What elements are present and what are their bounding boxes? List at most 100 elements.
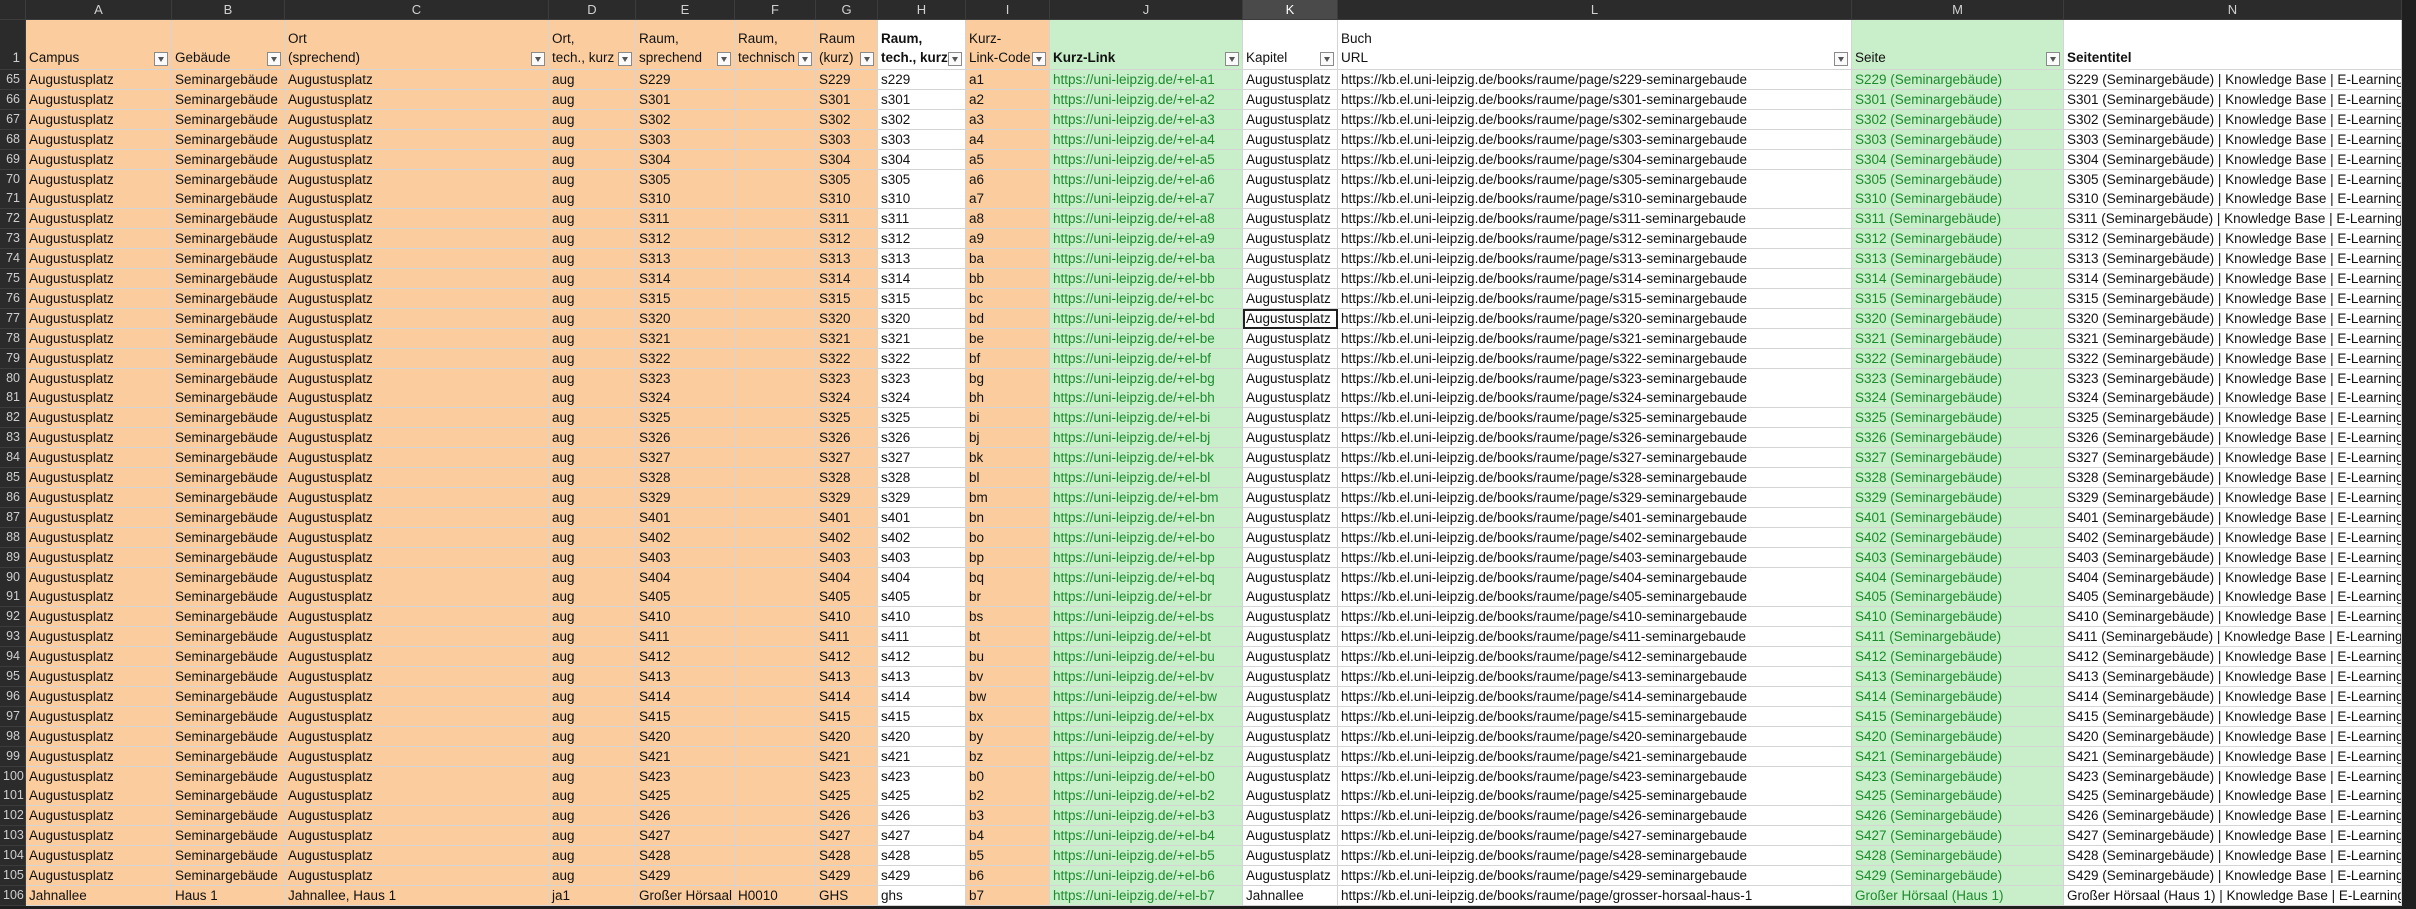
table-cell[interactable]: S324 — [636, 388, 735, 408]
table-cell[interactable]: Augustusplatz — [26, 289, 172, 309]
table-cell[interactable]: s305 — [878, 170, 966, 190]
table-cell[interactable]: aug — [549, 448, 636, 468]
table-cell[interactable]: Seminargebäude — [172, 150, 285, 170]
table-cell[interactable]: S310 — [636, 189, 735, 209]
table-cell[interactable]: S324 (Seminargebäude) — [1852, 388, 2064, 408]
table-cell[interactable]: Augustusplatz — [26, 70, 172, 90]
table-cell[interactable] — [735, 70, 816, 90]
table-cell[interactable]: S312 (Seminargebäude) | Knowledge Base |… — [2064, 229, 2402, 249]
table-cell[interactable]: Augustusplatz — [285, 209, 549, 229]
short-link-cell[interactable]: https://uni-leipzig.de/+el-bm — [1050, 488, 1243, 508]
row-number[interactable]: 89 — [0, 548, 26, 568]
column-header-a[interactable]: A — [26, 0, 172, 20]
table-cell[interactable]: Augustusplatz — [1243, 687, 1338, 707]
book-url-cell[interactable]: https://kb.el.uni-leipzig.de/books/raume… — [1338, 568, 1852, 588]
table-cell[interactable]: Augustusplatz — [285, 369, 549, 389]
table-cell[interactable]: S405 (Seminargebäude) — [1852, 587, 2064, 607]
table-cell[interactable]: aug — [549, 548, 636, 568]
book-url-cell[interactable]: https://kb.el.uni-leipzig.de/books/raume… — [1338, 727, 1852, 747]
table-cell[interactable]: S323 (Seminargebäude) | Knowledge Base |… — [2064, 369, 2402, 389]
row-number[interactable]: 1 — [0, 20, 26, 70]
table-cell[interactable]: S415 — [636, 707, 735, 727]
table-cell[interactable]: S327 (Seminargebäude) — [1852, 448, 2064, 468]
book-url-cell[interactable]: https://kb.el.uni-leipzig.de/books/raume… — [1338, 428, 1852, 448]
table-cell[interactable]: Augustusplatz — [285, 587, 549, 607]
table-cell[interactable]: br — [966, 587, 1050, 607]
table-cell[interactable]: Augustusplatz — [285, 70, 549, 90]
row-number[interactable]: 71 — [0, 189, 26, 209]
book-url-cell[interactable]: https://kb.el.uni-leipzig.de/books/raume… — [1338, 189, 1852, 209]
table-cell[interactable]: Augustusplatz — [1243, 508, 1338, 528]
table-cell[interactable]: Augustusplatz — [26, 826, 172, 846]
table-cell[interactable]: S414 — [636, 687, 735, 707]
table-cell[interactable]: S304 — [816, 150, 878, 170]
table-cell[interactable]: Augustusplatz — [26, 627, 172, 647]
row-number[interactable]: 78 — [0, 329, 26, 349]
table-cell[interactable]: Seminargebäude — [172, 110, 285, 130]
table-cell[interactable]: s429 — [878, 866, 966, 886]
table-cell[interactable]: s324 — [878, 388, 966, 408]
table-cell[interactable]: S427 (Seminargebäude) | Knowledge Base |… — [2064, 826, 2402, 846]
table-cell[interactable]: Seminargebäude — [172, 189, 285, 209]
row-number[interactable]: 66 — [0, 90, 26, 110]
short-link-cell[interactable]: https://uni-leipzig.de/+el-br — [1050, 587, 1243, 607]
short-link-cell[interactable]: https://uni-leipzig.de/+el-a6 — [1050, 170, 1243, 190]
table-cell[interactable]: S322 — [636, 349, 735, 369]
table-cell[interactable]: aug — [549, 150, 636, 170]
table-cell[interactable]: Augustusplatz — [285, 607, 549, 627]
table-cell[interactable]: s405 — [878, 587, 966, 607]
row-number[interactable]: 84 — [0, 448, 26, 468]
table-cell[interactable]: S414 — [816, 687, 878, 707]
column-header-n[interactable]: N — [2064, 0, 2402, 20]
table-cell[interactable]: S323 — [816, 369, 878, 389]
table-cell[interactable]: Seminargebäude — [172, 309, 285, 329]
table-cell[interactable]: Seminargebäude — [172, 90, 285, 110]
table-cell[interactable] — [735, 647, 816, 667]
table-cell[interactable]: aug — [549, 349, 636, 369]
table-cell[interactable]: S411 — [636, 627, 735, 647]
table-cell[interactable]: s321 — [878, 329, 966, 349]
table-cell[interactable]: Augustusplatz — [1243, 150, 1338, 170]
row-number[interactable]: 95 — [0, 667, 26, 687]
book-url-cell[interactable]: https://kb.el.uni-leipzig.de/books/raume… — [1338, 786, 1852, 806]
filter-dropdown-icon[interactable] — [1032, 52, 1046, 66]
table-cell[interactable]: Augustusplatz — [1243, 448, 1338, 468]
row-number[interactable]: 65 — [0, 70, 26, 90]
table-cell[interactable]: Augustusplatz — [285, 408, 549, 428]
row-number[interactable]: 93 — [0, 627, 26, 647]
table-cell[interactable]: S322 (Seminargebäude) — [1852, 349, 2064, 369]
table-cell[interactable] — [735, 786, 816, 806]
table-cell[interactable]: S413 (Seminargebäude) | Knowledge Base |… — [2064, 667, 2402, 687]
table-cell[interactable]: S303 (Seminargebäude) — [1852, 130, 2064, 150]
table-cell[interactable]: S314 — [816, 269, 878, 289]
row-number[interactable]: 96 — [0, 687, 26, 707]
table-cell[interactable]: aug — [549, 90, 636, 110]
table-cell[interactable]: S320 — [636, 309, 735, 329]
table-cell[interactable]: s412 — [878, 647, 966, 667]
row-number[interactable]: 86 — [0, 488, 26, 508]
filter-dropdown-icon[interactable] — [267, 52, 281, 66]
table-cell[interactable]: S326 — [816, 428, 878, 448]
table-cell[interactable]: Seminargebäude — [172, 488, 285, 508]
table-cell[interactable] — [735, 866, 816, 886]
table-cell[interactable]: Augustusplatz — [1243, 349, 1338, 369]
table-cell[interactable]: Augustusplatz — [285, 528, 549, 548]
row-number[interactable]: 79 — [0, 349, 26, 369]
table-cell[interactable]: S410 (Seminargebäude) — [1852, 607, 2064, 627]
row-number[interactable]: 99 — [0, 747, 26, 767]
book-url-cell[interactable]: https://kb.el.uni-leipzig.de/books/raume… — [1338, 329, 1852, 349]
short-link-cell[interactable]: https://uni-leipzig.de/+el-a4 — [1050, 130, 1243, 150]
table-cell[interactable]: Augustusplatz — [26, 488, 172, 508]
table-cell[interactable]: s428 — [878, 846, 966, 866]
table-cell[interactable] — [735, 727, 816, 747]
table-cell[interactable]: s312 — [878, 229, 966, 249]
short-link-cell[interactable]: https://uni-leipzig.de/+el-a9 — [1050, 229, 1243, 249]
table-cell[interactable]: s413 — [878, 667, 966, 687]
table-cell[interactable]: S303 (Seminargebäude) | Knowledge Base |… — [2064, 130, 2402, 150]
table-cell[interactable]: Seminargebäude — [172, 667, 285, 687]
table-cell[interactable]: Augustusplatz — [26, 249, 172, 269]
short-link-cell[interactable]: https://uni-leipzig.de/+el-a2 — [1050, 90, 1243, 110]
table-cell[interactable]: Augustusplatz — [1243, 329, 1338, 349]
short-link-cell[interactable]: https://uni-leipzig.de/+el-bf — [1050, 349, 1243, 369]
table-cell[interactable]: Augustusplatz — [26, 309, 172, 329]
